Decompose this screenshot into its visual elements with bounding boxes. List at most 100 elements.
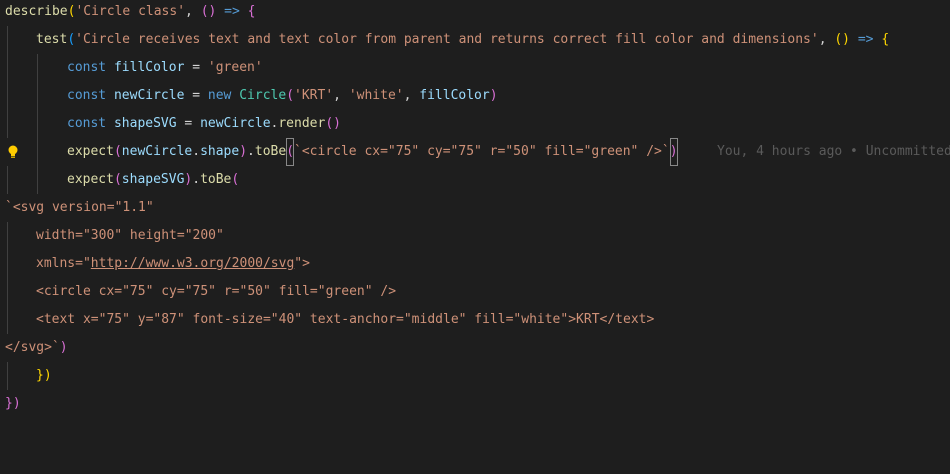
code-token: 'Circle class' bbox=[75, 4, 186, 19]
code-editor[interactable]: describe('Circle class', () => { test('C… bbox=[0, 0, 950, 466]
code-token: const bbox=[67, 116, 107, 131]
code-token: = bbox=[176, 116, 201, 131]
code-token: ) bbox=[59, 340, 68, 355]
code-token: ( bbox=[231, 172, 240, 187]
indent-guide bbox=[37, 138, 38, 166]
code-text: }) bbox=[36, 362, 52, 390]
code-token: 'KRT' bbox=[294, 88, 334, 103]
code-token: . bbox=[192, 144, 201, 159]
code-text: `<svg version="1.1" bbox=[5, 194, 154, 222]
code-token: </svg>` bbox=[5, 340, 60, 355]
code-token: newCircle bbox=[113, 88, 185, 103]
indent-guide bbox=[37, 54, 38, 82]
indent-guide bbox=[7, 110, 8, 138]
indent-guide bbox=[7, 82, 8, 110]
code-token: width="300" height="200" bbox=[36, 228, 224, 243]
code-token: , bbox=[185, 4, 201, 19]
code-line: const fillColor = 'green' bbox=[0, 54, 950, 82]
code-token: }) bbox=[5, 396, 21, 411]
code-token: ) bbox=[239, 144, 248, 159]
code-token: , bbox=[403, 88, 420, 103]
code-token: = bbox=[184, 88, 208, 103]
code-token: toBe bbox=[200, 172, 232, 187]
code-token: ( bbox=[113, 172, 122, 187]
code-token: `<svg version="1.1" bbox=[5, 200, 154, 215]
code-text: expect(shapeSVG).toBe( bbox=[67, 166, 239, 194]
code-token: const bbox=[67, 60, 107, 75]
code-text: xmlns="http://www.w3.org/2000/svg"> bbox=[36, 250, 310, 278]
code-line: test('Circle receives text and text colo… bbox=[0, 26, 950, 54]
code-token: . bbox=[192, 172, 201, 187]
code-token: describe bbox=[5, 4, 68, 19]
code-token: expect bbox=[67, 144, 114, 159]
indent-guide bbox=[7, 222, 8, 250]
code-text: width="300" height="200" bbox=[36, 222, 224, 250]
indent-guide bbox=[7, 26, 8, 54]
code-token: 'green' bbox=[207, 60, 263, 75]
code-line: </svg>`) bbox=[0, 334, 950, 362]
code-token: `<circle cx="75" cy="75" r="50" fill="gr… bbox=[294, 144, 670, 159]
code-token: => bbox=[224, 4, 240, 19]
code-line: const newCircle = new Circle('KRT', 'whi… bbox=[0, 82, 950, 110]
code-token: shapeSVG bbox=[121, 172, 185, 187]
code-token: const bbox=[67, 88, 107, 103]
code-text: const fillColor = 'green' bbox=[67, 54, 263, 82]
code-text: expect(newCircle.shape).toBe(`<circle cx… bbox=[67, 138, 678, 166]
code-text: test('Circle receives text and text colo… bbox=[36, 26, 889, 54]
indent-guide bbox=[37, 166, 38, 194]
code-token: fillColor bbox=[113, 60, 185, 75]
code-token: { bbox=[247, 4, 256, 19]
code-line: const shapeSVG = newCircle.render() bbox=[0, 110, 950, 138]
code-token: render bbox=[278, 116, 326, 131]
code-text: const shapeSVG = newCircle.render() bbox=[67, 110, 341, 138]
code-token: shapeSVG bbox=[113, 116, 177, 131]
code-line: describe('Circle class', () => { bbox=[0, 0, 950, 26]
lightbulb-icon[interactable] bbox=[7, 145, 19, 159]
code-line: `<svg version="1.1" bbox=[0, 194, 950, 222]
code-token: toBe bbox=[254, 144, 287, 159]
code-line: }) bbox=[0, 362, 950, 390]
indent-guide bbox=[7, 54, 8, 82]
code-token: http://www.w3.org/2000/svg bbox=[90, 256, 295, 271]
code-token: }) bbox=[36, 368, 52, 383]
code-token: expect bbox=[67, 172, 114, 187]
git-blame-annotation: You, 4 hours ago • Uncommitted bbox=[717, 144, 950, 159]
code-token: = bbox=[184, 60, 208, 75]
indent-guide bbox=[37, 110, 38, 138]
code-text: }) bbox=[5, 390, 21, 418]
code-line: xmlns="http://www.w3.org/2000/svg"> bbox=[0, 250, 950, 278]
code-text: <text x="75" y="87" font-size="40" text-… bbox=[36, 306, 654, 334]
indent-guide bbox=[7, 306, 8, 334]
code-token: xmlns=" bbox=[36, 256, 91, 271]
indent-guide bbox=[7, 250, 8, 278]
code-line: }) bbox=[0, 390, 950, 418]
code-token: () bbox=[834, 32, 850, 47]
indent-guide bbox=[7, 362, 8, 390]
code-token: 'white' bbox=[348, 88, 404, 103]
code-text: <circle cx="75" cy="75" r="50" fill="gre… bbox=[36, 278, 396, 306]
code-line: <circle cx="75" cy="75" r="50" fill="gre… bbox=[0, 278, 950, 306]
code-token: shape bbox=[200, 144, 240, 159]
code-text: const newCircle = new Circle('KRT', 'whi… bbox=[67, 82, 498, 110]
code-line: width="300" height="200" bbox=[0, 222, 950, 250]
indent-guide bbox=[37, 82, 38, 110]
code-token: , bbox=[818, 32, 835, 47]
code-token: <text x="75" y="87" font-size="40" text-… bbox=[36, 312, 655, 327]
code-token: test bbox=[36, 32, 68, 47]
code-token: fillColor bbox=[419, 88, 490, 103]
code-text: describe('Circle class', () => { bbox=[5, 0, 255, 26]
code-text: </svg>`) bbox=[5, 334, 68, 362]
code-token: () bbox=[200, 4, 217, 19]
code-token: , bbox=[333, 88, 349, 103]
code-line: <text x="75" y="87" font-size="40" text-… bbox=[0, 306, 950, 334]
code-token: ) bbox=[489, 88, 498, 103]
indent-guide bbox=[7, 166, 8, 194]
code-token: "> bbox=[294, 256, 310, 271]
code-token: newCircle bbox=[121, 144, 193, 159]
code-token: => bbox=[857, 32, 874, 47]
